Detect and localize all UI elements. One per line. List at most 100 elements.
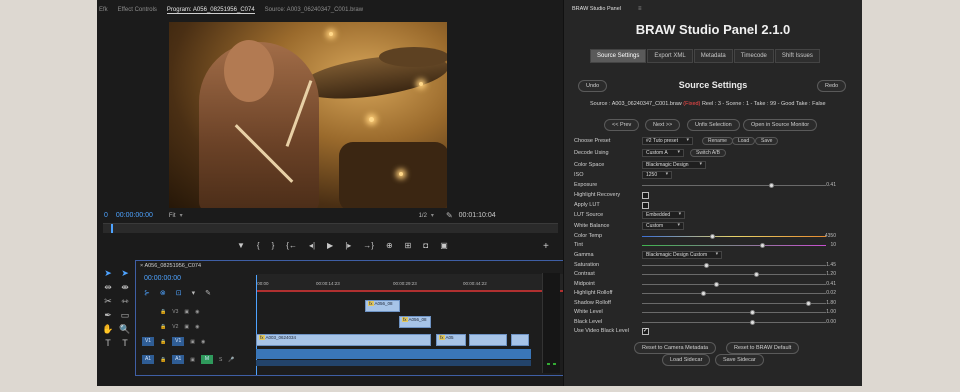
program-monitor-video[interactable] <box>169 22 447 208</box>
sync-icon[interactable]: ▣ <box>190 357 195 363</box>
track-v2[interactable]: 🔒 V2 ▣ ◉ <box>136 320 254 333</box>
slider-knob[interactable] <box>805 301 811 306</box>
play-icon[interactable]: ▶ <box>327 241 333 250</box>
timeline-ruler[interactable]: :00:00 00:00:14:23 00:00:29:23 00:00:44:… <box>256 274 571 292</box>
settings-icon[interactable]: ✎ <box>205 289 211 297</box>
slider-knob[interactable] <box>759 243 765 248</box>
export-frame-icon[interactable]: ◘ <box>423 241 428 250</box>
save-button[interactable]: Save <box>755 137 779 145</box>
reset-camera-metadata-button[interactable]: Reset to Camera Metadata <box>634 342 717 354</box>
highlight-recovery-checkbox[interactable] <box>642 192 649 199</box>
hand-icon[interactable]: ✋ <box>101 324 115 335</box>
snap-icon[interactable]: ⊱ <box>144 289 150 297</box>
tab-program-monitor[interactable]: Program: A056_08251956_C074 <box>166 7 255 14</box>
exposure-slider[interactable] <box>642 183 826 188</box>
decode-select[interactable]: Custom A <box>642 149 684 157</box>
iso-select[interactable]: 1250 <box>642 171 673 179</box>
lock-icon[interactable]: 🔒 <box>160 339 166 345</box>
vertical-type-icon[interactable]: T <box>118 338 132 348</box>
save-sidecar-button[interactable]: Save Sidecar <box>715 354 764 366</box>
add-marker-icon[interactable]: ▾ <box>192 289 196 297</box>
resolution-dropdown[interactable]: 1/2 <box>419 213 427 219</box>
slider-knob[interactable] <box>750 310 756 315</box>
apply-lut-checkbox[interactable] <box>642 202 649 209</box>
clip-v1-c[interactable] <box>469 334 507 346</box>
mute-button[interactable]: M <box>200 355 213 364</box>
lock-icon[interactable]: 🔒 <box>160 324 166 330</box>
sync-icon[interactable]: ▣ <box>184 324 189 330</box>
contrast-slider[interactable] <box>642 272 826 277</box>
tab-effect-controls[interactable]: Effect Controls <box>118 7 157 13</box>
zoom-icon[interactable]: 🔍 <box>118 324 132 335</box>
open-source-monitor-button[interactable]: Open in Source Monitor <box>743 119 818 131</box>
wrench-icon[interactable]: ✎ <box>446 211 453 220</box>
step-back-icon[interactable]: ◂| <box>309 241 315 250</box>
color-temp-slider[interactable] <box>642 234 826 239</box>
tab-export-xml[interactable]: Export XML <box>647 49 693 63</box>
next-button[interactable]: Next >> <box>645 119 681 131</box>
add-button-icon[interactable]: + <box>543 241 549 252</box>
switch-ab-button[interactable]: Switch A/B <box>690 149 726 157</box>
type-tool-icon[interactable]: T <box>101 338 115 348</box>
fit-dropdown[interactable]: Fit <box>169 213 176 219</box>
rolling-edit-icon[interactable]: ⇼ <box>118 282 132 293</box>
sequence-name[interactable]: × A056_08251956_C074 <box>140 263 201 269</box>
solo-button[interactable]: S <box>219 357 222 363</box>
lock-icon[interactable]: 🔒 <box>160 309 166 315</box>
tab-source-settings[interactable]: Source Settings <box>590 49 647 63</box>
shadow-rolloff-slider[interactable] <box>642 301 826 306</box>
tint-slider[interactable] <box>642 243 826 248</box>
tab-source-monitor[interactable]: Source: A003_06240347_C001.braw <box>265 7 363 13</box>
slider-knob[interactable] <box>700 291 706 296</box>
sync-icon[interactable]: ▣ <box>184 309 189 315</box>
rectangle-icon[interactable]: ▭ <box>118 310 132 321</box>
go-to-out-icon[interactable]: →} <box>363 241 374 250</box>
overwrite-icon[interactable]: ⊞ <box>405 241 412 250</box>
ripple-edit-icon[interactable]: ⇹ <box>101 282 115 293</box>
white-level-slider[interactable] <box>642 310 826 315</box>
program-scrubber[interactable] <box>103 223 558 233</box>
white-balance-select[interactable]: Custom <box>642 222 684 230</box>
track-select-icon[interactable]: ➤ <box>118 268 132 279</box>
clip-v2[interactable]: fx A056_08 <box>399 316 431 328</box>
tab-metadata[interactable]: Metadata <box>693 49 733 63</box>
clip-v3[interactable]: fx A056_08 <box>365 300 400 312</box>
eye-icon[interactable]: ◉ <box>201 339 205 345</box>
mic-icon[interactable]: 🎤 <box>228 357 234 363</box>
comparison-icon[interactable]: ▣ <box>440 241 448 250</box>
out-point-icon[interactable]: } <box>272 241 275 250</box>
gamma-select[interactable]: Blackmagic Design Custom <box>642 251 723 259</box>
slider-knob[interactable] <box>750 320 756 325</box>
razor-icon[interactable]: ✂ <box>101 296 115 307</box>
clip-v1-b[interactable]: fx A05 <box>436 334 466 346</box>
slider-knob[interactable] <box>709 234 715 239</box>
unfix-selection-button[interactable]: Unfix Selection <box>687 119 740 131</box>
track-v1[interactable]: V1 🔒 V1 ▣ ◉ <box>136 335 254 348</box>
chevron-down-icon[interactable]: ▾ <box>431 212 434 219</box>
audio-clip-a1[interactable] <box>256 349 531 359</box>
slider-knob[interactable] <box>704 263 710 268</box>
slider-knob[interactable] <box>768 183 774 188</box>
saturation-slider[interactable] <box>642 263 826 268</box>
tab-shift-issues[interactable]: Shift Issues <box>774 49 820 63</box>
colorspace-select[interactable]: Blackmagic Design <box>642 161 706 169</box>
chevron-down-icon[interactable]: ▾ <box>180 212 183 219</box>
tab-timecode[interactable]: Timecode <box>733 49 774 63</box>
slip-icon[interactable]: ⇿ <box>118 296 132 307</box>
panel-menu-icon[interactable]: ≡ <box>638 6 642 12</box>
clip-v1[interactable]: fx A003_0624034 <box>256 334 431 346</box>
midpoint-slider[interactable] <box>642 282 826 287</box>
nest-icon[interactable]: ⊡ <box>176 289 182 297</box>
linked-selection-icon[interactable]: ⊗ <box>160 289 166 297</box>
load-button[interactable]: Load <box>732 137 756 145</box>
highlight-rolloff-slider[interactable] <box>642 291 826 296</box>
track-a1[interactable]: A1 🔒 A1 ▣ M S 🎤 <box>136 353 254 366</box>
prev-button[interactable]: << Prev <box>604 119 640 131</box>
reset-braw-default-button[interactable]: Reset to BRAW Default <box>726 342 800 354</box>
in-point-icon[interactable]: { <box>257 241 260 250</box>
use-video-black-checkbox[interactable]: ✓ <box>642 328 649 335</box>
audio-clip-a2[interactable] <box>256 360 531 366</box>
load-sidecar-button[interactable]: Load Sidecar <box>662 354 711 366</box>
eye-icon[interactable]: ◉ <box>195 309 199 315</box>
lock-icon[interactable]: 🔒 <box>160 357 166 363</box>
